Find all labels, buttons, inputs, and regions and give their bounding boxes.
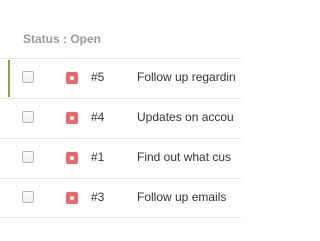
row-checkbox[interactable] [22, 111, 34, 123]
ticket-id: #4 [91, 110, 105, 124]
ticket-subject[interactable]: Find out what cus [137, 150, 241, 164]
priority-high-icon [66, 152, 78, 164]
priority-high-icon [66, 192, 78, 204]
ticket-id: #5 [91, 70, 105, 84]
ticket-id: #3 [91, 190, 105, 204]
ticket-list: #5 Follow up regardin #4 Updates on acco… [0, 58, 241, 218]
priority-high-icon [66, 112, 78, 124]
row-checkbox[interactable] [22, 71, 34, 83]
row-checkbox[interactable] [22, 191, 34, 203]
ticket-row[interactable]: #4 Updates on accou [0, 98, 241, 138]
ticket-subject[interactable]: Updates on accou [137, 110, 241, 124]
row-checkbox[interactable] [22, 151, 34, 163]
ticket-row[interactable]: #3 Follow up emails [0, 178, 241, 218]
ticket-subject[interactable]: Follow up regardin [137, 70, 241, 84]
priority-high-icon [66, 72, 78, 84]
group-header-status-open: Status : Open [23, 32, 102, 46]
ticket-row[interactable]: #1 Find out what cus [0, 138, 241, 178]
ticket-row[interactable]: #5 Follow up regardin [0, 58, 241, 98]
ticket-subject[interactable]: Follow up emails [137, 190, 241, 204]
ticket-id: #1 [91, 150, 105, 164]
